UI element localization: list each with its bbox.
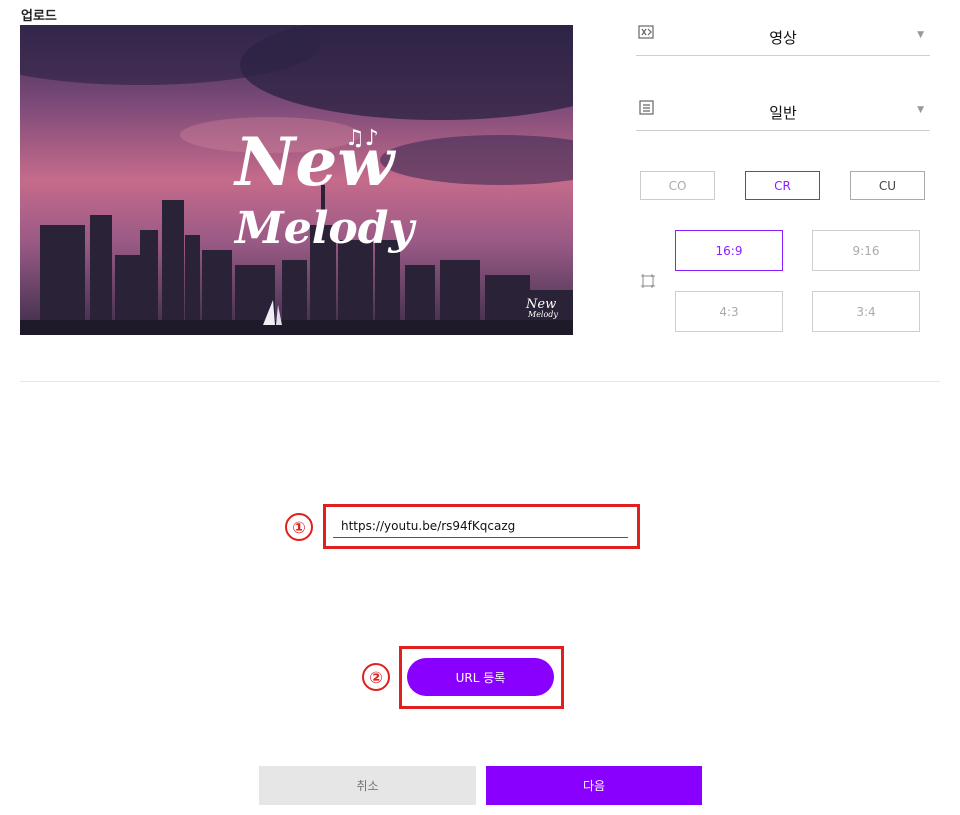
type-select-value: 영상 [769,29,797,47]
chevron-down-icon: ▼ [917,105,924,115]
ratio-4-3[interactable]: 4:3 [675,291,783,332]
step-2-marker: ② [362,663,390,691]
music-notes-icon: ♫♪ [345,126,379,151]
category-select[interactable]: 일반 ▼ [636,99,930,131]
video-thumbnail[interactable]: New Melody ♫♪ New Melody [20,25,573,335]
watermark-line2: Melody [527,310,558,319]
tag-co[interactable]: CO [640,171,715,200]
ratio-3-4[interactable]: 3:4 [812,291,920,332]
type-select[interactable]: 영상 ▼ [636,24,930,56]
step-1-marker: ① [285,513,313,541]
chevron-down-icon: ▼ [917,30,924,40]
aspect-ratio-icon [641,274,655,288]
tag-cr[interactable]: CR [745,171,820,200]
cancel-button[interactable]: 취소 [259,766,476,805]
page-title: 업로드 [21,9,57,24]
next-button[interactable]: 다음 [486,766,702,805]
section-divider [20,381,940,382]
ratio-16-9[interactable]: 16:9 [675,230,783,271]
url-register-button[interactable]: URL 등록 [407,658,554,696]
tag-cu[interactable]: CU [850,171,925,200]
thumbnail-image: New Melody ♫♪ New Melody [20,25,573,335]
category-select-value: 일반 [769,104,797,122]
url-input[interactable] [333,514,628,538]
logo-text-line2: Melody [233,203,418,254]
ratio-9-16[interactable]: 9:16 [812,230,920,271]
